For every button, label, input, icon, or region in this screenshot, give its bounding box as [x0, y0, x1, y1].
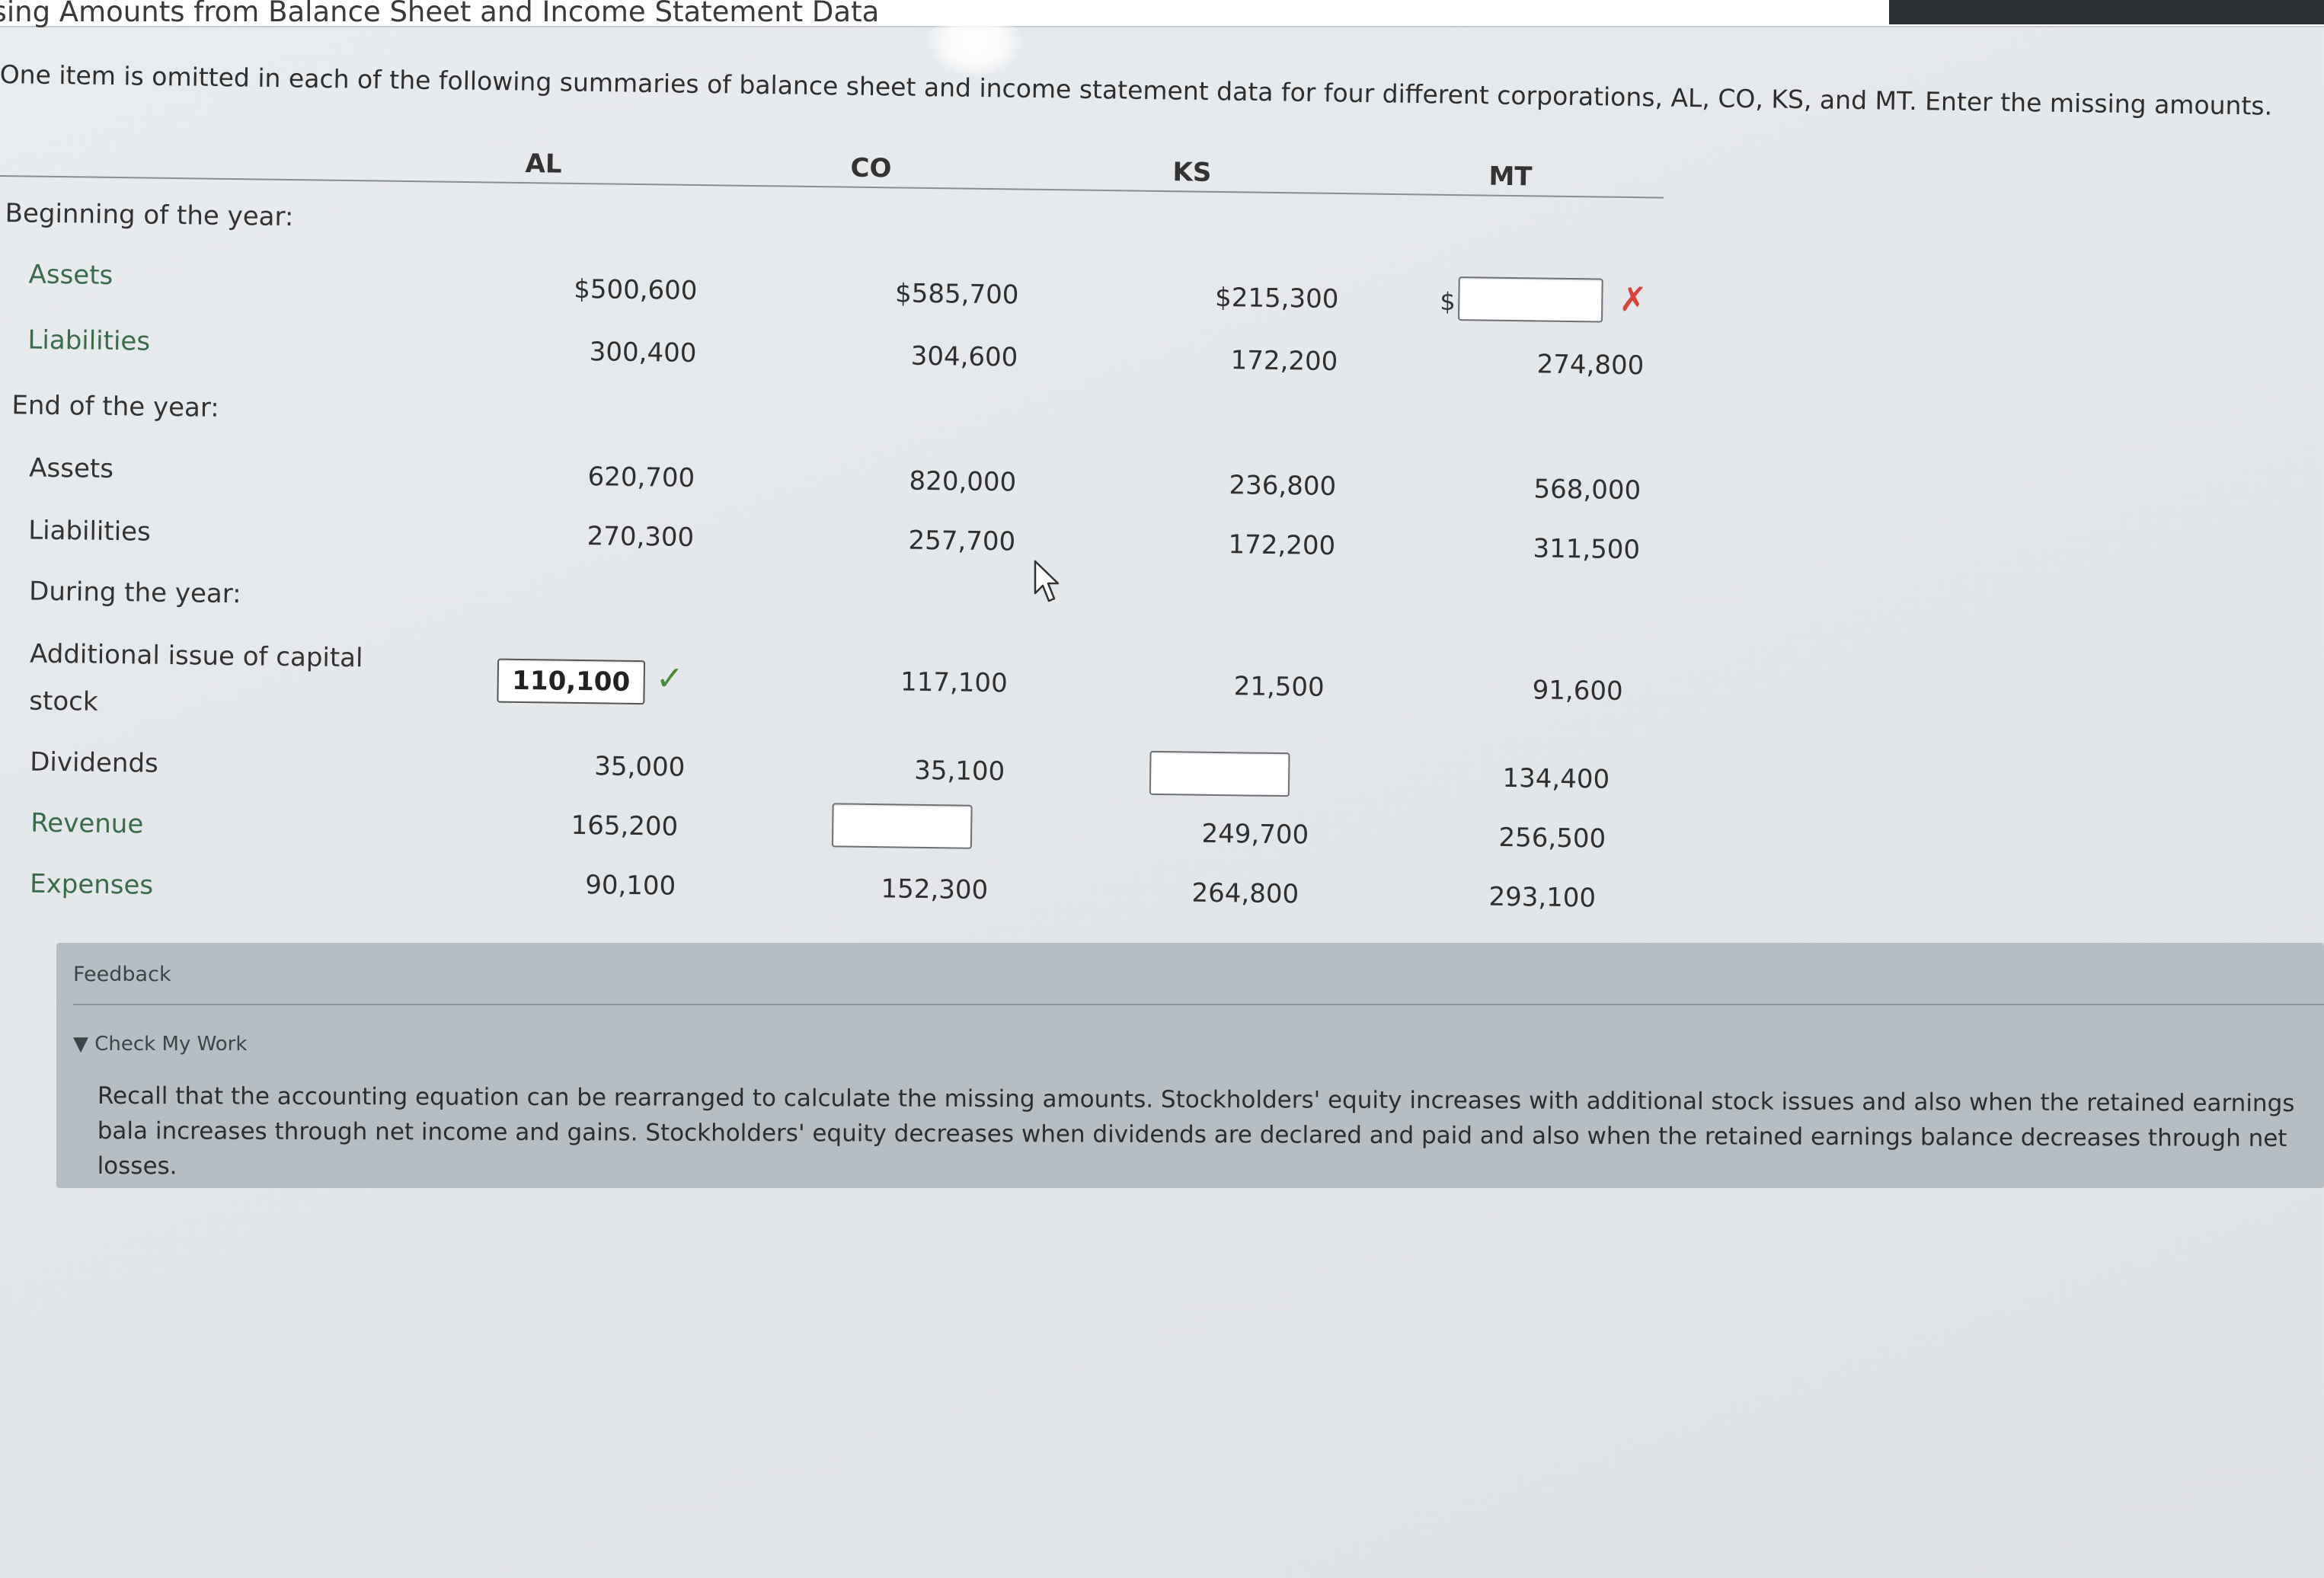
row-label-capital-stock-line1: Additional issue of capital: [29, 638, 363, 674]
cell-ks-capital-stock: 21,500: [1233, 671, 1325, 703]
cell-mt-revenue: 256,500: [1498, 822, 1606, 854]
page-title: issing Amounts from Balance Sheet and In…: [0, 0, 880, 28]
column-header-al: AL: [525, 149, 562, 180]
column-header-ks: KS: [1172, 157, 1212, 188]
cell-mt-dividends: 134,400: [1502, 762, 1610, 795]
cell-co-liabilities-begin: 304,600: [910, 340, 1018, 373]
cell-mt-liabilities-end: 311,500: [1533, 533, 1641, 566]
cell-al-liabilities-end: 270,300: [587, 521, 695, 553]
co-revenue-input[interactable]: [831, 803, 973, 849]
row-label-dividends: Dividends: [30, 746, 159, 779]
row-label-liabilities-begin: Liabilities: [27, 324, 151, 357]
cell-ks-assets-begin: $215,300: [1214, 282, 1339, 315]
top-bar-dark-strip: [1889, 0, 2324, 24]
cell-al-assets-end: 620,700: [587, 462, 695, 494]
cell-al-liabilities-begin: 300,400: [589, 337, 697, 369]
cell-ks-revenue: 249,700: [1201, 818, 1309, 851]
column-header-mt: MT: [1488, 161, 1533, 193]
cell-mt-capital-stock: 91,600: [1532, 675, 1623, 707]
cell-ks-assets-end: 236,800: [1229, 470, 1337, 502]
ks-dividends-input[interactable]: [1149, 750, 1290, 797]
row-label-assets-begin: Assets: [28, 259, 113, 291]
section-beginning-label: Beginning of the year:: [5, 198, 294, 233]
screen-glare: [929, 8, 1021, 76]
section-during-label: During the year:: [28, 576, 241, 610]
column-header-co: CO: [850, 152, 892, 184]
feedback-panel: Feedback ▼ Check My Work Recall that the…: [56, 943, 2324, 1188]
instructions-text: One item is omitted in each of the follo…: [0, 59, 2273, 121]
cell-mt-liabilities-begin: 274,800: [1536, 349, 1645, 382]
cell-ks-liabilities-end: 172,200: [1228, 529, 1336, 561]
cell-al-revenue: 165,200: [571, 810, 679, 842]
row-label-assets-end: Assets: [29, 452, 114, 484]
row-label-revenue: Revenue: [30, 807, 144, 840]
al-capital-stock-input[interactable]: [497, 658, 646, 705]
cell-co-dividends: 35,100: [913, 755, 1005, 787]
feedback-hint-text: Recall that the accounting equation can …: [97, 1082, 2295, 1180]
row-label-liabilities-end: Liabilities: [27, 515, 152, 548]
mt-dollar-sign: $: [1440, 286, 1456, 317]
cell-al-assets-begin: $500,600: [573, 273, 698, 306]
row-label-expenses: Expenses: [29, 868, 154, 901]
feedback-divider: [73, 1004, 2324, 1005]
cell-co-assets-end: 820,000: [909, 465, 1017, 498]
feedback-title: Feedback: [73, 963, 171, 986]
cell-co-capital-stock: 117,100: [900, 666, 1008, 699]
cell-mt-expenses: 293,100: [1488, 881, 1597, 914]
cell-co-liabilities-end: 257,700: [908, 525, 1016, 557]
cell-al-expenses: 90,100: [584, 870, 676, 902]
cell-co-assets-begin: $585,700: [894, 278, 1019, 311]
section-end-label: End of the year:: [11, 390, 219, 423]
cell-ks-liabilities-begin: 172,200: [1230, 345, 1338, 378]
check-my-work-toggle[interactable]: ▼ Check My Work: [73, 1033, 247, 1056]
cell-ks-expenses: 264,800: [1191, 877, 1299, 910]
data-table: AL CO KS MT Beginning of the year: Asset…: [0, 137, 1676, 951]
cell-mt-assets-end: 568,000: [1533, 474, 1642, 506]
correct-check-icon: ✓: [655, 659, 684, 698]
cell-al-dividends: 35,000: [594, 751, 686, 783]
mouse-cursor-icon: [1034, 560, 1060, 602]
header-divider: [0, 174, 1664, 199]
incorrect-x-icon: ✗: [1619, 280, 1648, 320]
mt-assets-begin-input[interactable]: [1458, 276, 1603, 323]
cell-co-expenses: 152,300: [881, 874, 989, 906]
row-label-capital-stock-line2: stock: [29, 685, 98, 717]
